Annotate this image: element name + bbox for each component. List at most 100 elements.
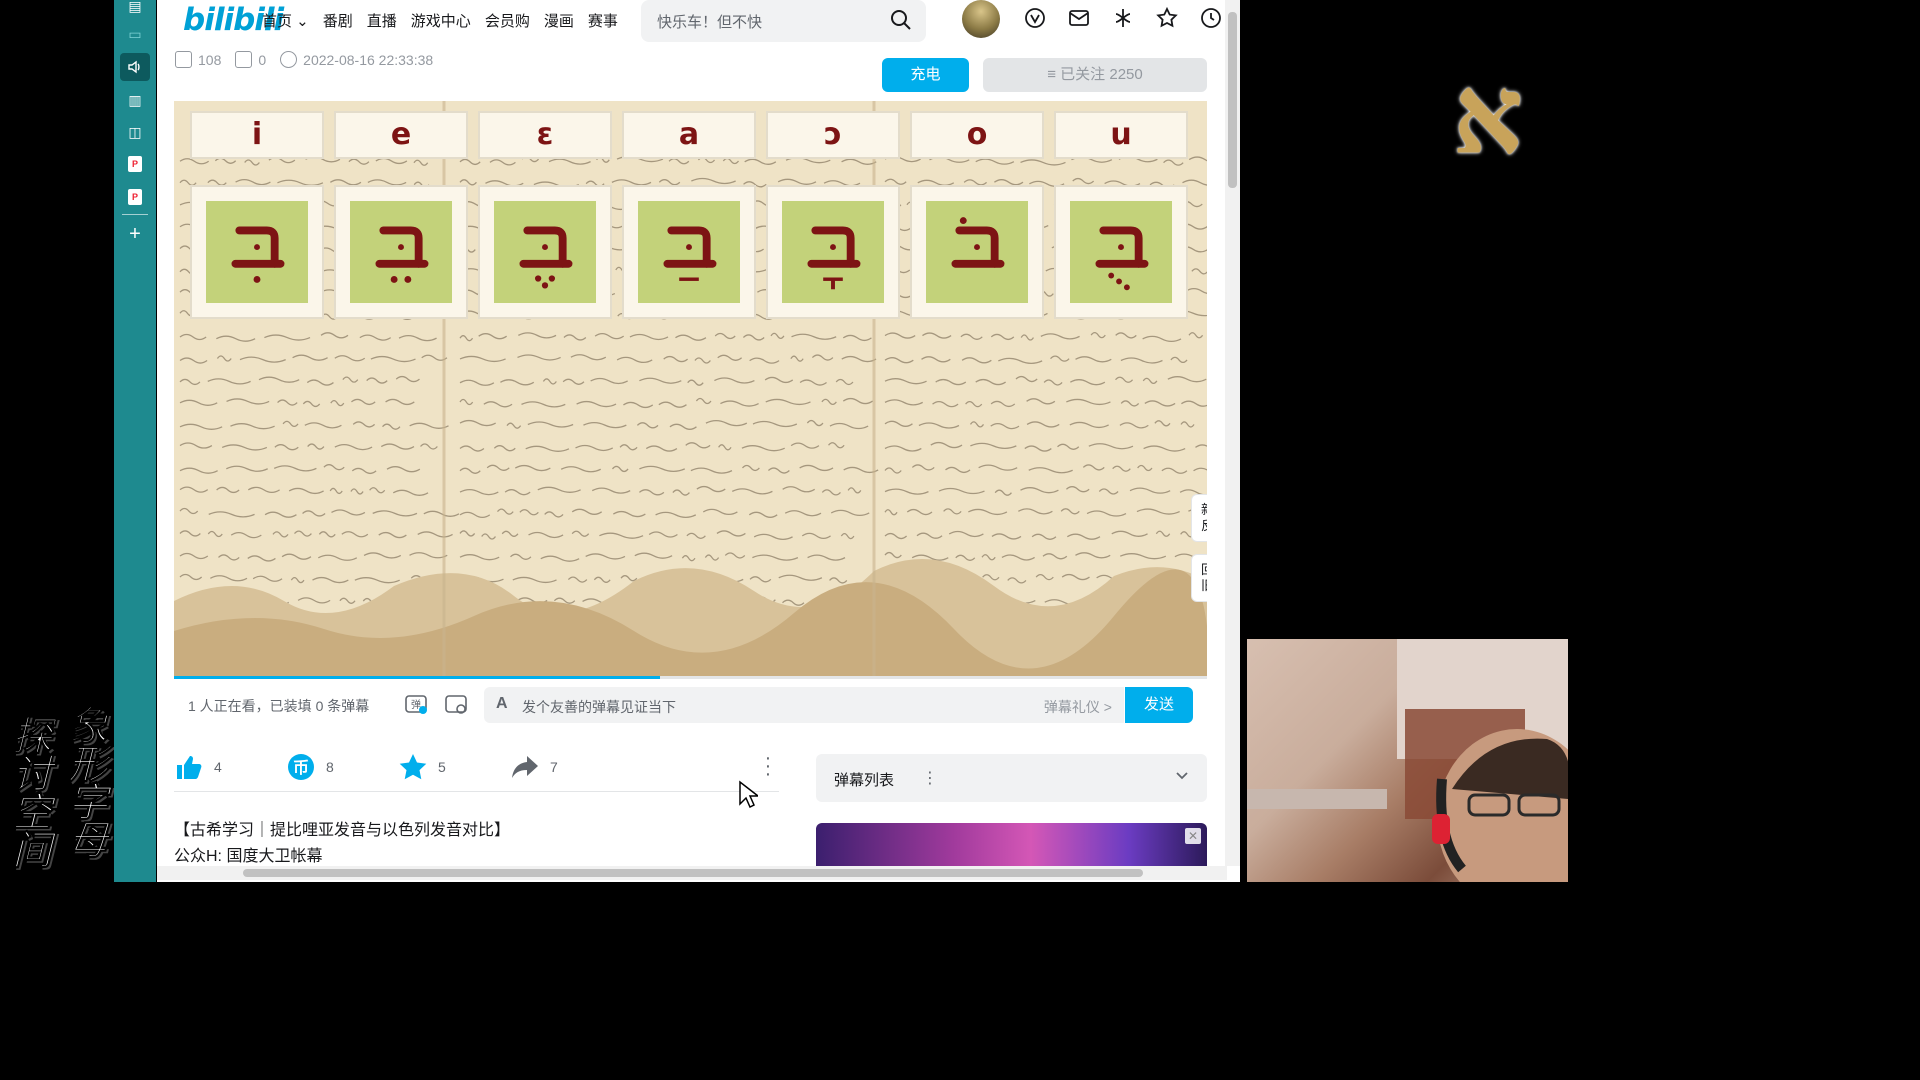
danmaku-toggle-icon[interactable]: 弹 — [404, 692, 428, 716]
letter-card-3 — [478, 185, 612, 319]
letter-card-face — [926, 201, 1028, 303]
bet-letter-ɛ — [519, 226, 573, 289]
calligraphy-col-1: 探讨空间 — [5, 715, 53, 868]
follow-button[interactable]: ≡ 已关注 2250 — [983, 58, 1207, 92]
danmaku-etiquette-link[interactable]: 弹幕礼仪 > — [1044, 697, 1112, 717]
danmaku-placeholder: 发个友善的弹幕见证当下 — [522, 699, 676, 715]
danmaku-settings-icon[interactable] — [444, 692, 468, 716]
vowel-i: i — [190, 111, 324, 159]
webcam-feed — [1247, 639, 1568, 882]
screen: 探讨空间 象形字母 ▤ ▭ ▥ ◫ P P + bilibili 首页 ⌄ 番剧… — [0, 0, 1568, 882]
add-icon[interactable]: + — [123, 222, 147, 246]
ad-banner[interactable]: ✕ — [816, 823, 1207, 867]
play-count: 108 — [175, 51, 221, 68]
favorites-icon[interactable] — [1155, 6, 1179, 30]
old-version-button[interactable]: 回到旧版 — [1191, 554, 1207, 602]
main-nav: 首页 ⌄ 番剧 直播 游戏中心 会员购 漫画 赛事 — [262, 10, 618, 31]
favorite-button[interactable]: 5 — [398, 752, 446, 782]
dynamic-icon[interactable] — [1111, 6, 1135, 30]
svg-text:币: 币 — [293, 758, 309, 777]
vertical-scrollbar[interactable] — [1225, 0, 1240, 866]
letter-card-face — [1070, 201, 1172, 303]
viewer-status: 1 人正在看，已装填 0 条弹幕 — [188, 698, 370, 714]
chevron-down-icon[interactable] — [1175, 768, 1189, 782]
danmaku-list-panel[interactable]: 弹幕列表 ⋮ — [816, 754, 1207, 802]
vowel-u: u — [1054, 111, 1188, 159]
share-button[interactable]: 7 — [510, 752, 558, 782]
vowel-open-e: ɛ — [478, 111, 612, 159]
video-progress[interactable] — [174, 676, 1207, 679]
tab-icon[interactable]: ▤ — [123, 0, 147, 18]
nav-shop[interactable]: 会员购 — [485, 10, 530, 31]
vip-icon[interactable] — [1023, 6, 1047, 30]
search-icon[interactable] — [890, 9, 912, 31]
danmaku-count: 0 — [235, 51, 266, 68]
nav-game-center[interactable]: 游戏中心 — [411, 10, 471, 31]
feedback-button[interactable]: 新版反馈 — [1191, 494, 1207, 542]
vowel-e: e — [334, 111, 468, 159]
coin-icon: 币 — [288, 754, 314, 780]
charge-button[interactable]: 充电 — [882, 58, 969, 92]
search-input[interactable]: 快乐车！但不快 — [657, 11, 762, 32]
webcam-image — [1247, 639, 1568, 882]
bet-letter-ɔ — [807, 226, 861, 290]
speaker-icon[interactable] — [120, 53, 150, 81]
notes-icon[interactable]: ▥ — [123, 88, 147, 112]
publish-time: 2022-08-16 22:33:38 — [280, 51, 433, 68]
mouse-cursor — [739, 780, 758, 808]
danmaku-input[interactable]: A 发个友善的弹幕见证当下 弹幕礼仪 > — [484, 687, 1124, 723]
bet-letter-a — [663, 226, 717, 281]
pdf-icon[interactable]: P — [128, 156, 142, 172]
letter-card-4 — [622, 185, 756, 319]
video-subtitle: 公众H: 国度大卫帐幕 — [174, 848, 323, 865]
letter-card-5 — [766, 185, 900, 319]
letter-card-2 — [334, 185, 468, 319]
tv-icon[interactable]: ▭ — [123, 22, 147, 46]
danmaku-bar: 1 人正在看，已装填 0 条弹幕 弹 A 发个友善的弹幕见证当下 弹幕礼仪 > … — [174, 684, 1207, 726]
letter-card-face — [782, 201, 884, 303]
video-meta: 108 0 2022-08-16 22:33:38 — [175, 51, 433, 68]
nav-anime[interactable]: 番剧 — [323, 10, 353, 31]
search-box[interactable]: 快乐车！但不快 — [641, 0, 926, 42]
more-options-icon[interactable]: · · · — [764, 748, 772, 784]
nav-manga[interactable]: 漫画 — [544, 10, 574, 31]
calligraphy-col-2: 象形字母 — [61, 705, 109, 858]
vowel-a: a — [622, 111, 756, 159]
font-style-icon[interactable]: A — [496, 695, 508, 713]
old-version-label: 回到旧版 — [1201, 562, 1207, 593]
send-button[interactable]: 发送 — [1125, 687, 1193, 723]
progress-fill — [174, 676, 660, 679]
browser-page: bilibili 首页 ⌄ 番剧 直播 游戏中心 会员购 漫画 赛事 快乐车！但… — [157, 0, 1240, 882]
danmaku-list-menu-icon[interactable]: ⋮ — [922, 768, 938, 788]
avatar[interactable] — [962, 0, 1000, 38]
letter-card-face — [638, 201, 740, 303]
history-icon[interactable] — [1199, 6, 1223, 30]
close-icon[interactable]: ✕ — [1185, 828, 1201, 844]
danmaku-list-label: 弹幕列表 — [834, 772, 895, 789]
browser-sidebar: ▤ ▭ ▥ ◫ P P + — [114, 0, 156, 882]
book-icon[interactable]: ◫ — [123, 120, 147, 144]
danmaku-icon — [235, 51, 253, 68]
feedback-label: 新版反馈 — [1201, 502, 1207, 533]
vertical-scroll-thumb[interactable] — [1228, 12, 1237, 188]
thumbs-up-icon — [177, 756, 202, 779]
nav-live[interactable]: 直播 — [367, 10, 397, 31]
coin-button[interactable]: 币 8 — [286, 752, 334, 782]
vowel-open-o: ɔ — [766, 111, 900, 159]
nav-esports[interactable]: 赛事 — [588, 10, 618, 31]
letter-card-face — [350, 201, 452, 303]
pdf-icon-2[interactable]: P — [128, 189, 142, 205]
message-icon[interactable] — [1067, 6, 1091, 30]
clock-icon — [280, 51, 298, 68]
letter-card-face — [206, 201, 308, 303]
vowel-row: i e ɛ a ɔ o u — [190, 111, 1188, 159]
horizontal-scrollbar[interactable] — [157, 866, 1227, 880]
letter-card-6 — [910, 185, 1044, 319]
letter-card-face — [494, 201, 596, 303]
star-icon — [399, 754, 427, 780]
nav-home[interactable]: 首页 ⌄ — [262, 10, 309, 31]
like-button[interactable]: 4 — [174, 752, 222, 782]
vowel-o: o — [910, 111, 1044, 159]
horizontal-scroll-thumb[interactable] — [243, 869, 1143, 877]
video-player[interactable]: i e ɛ a ɔ o u 新版反馈 回到旧版 — [174, 101, 1207, 678]
